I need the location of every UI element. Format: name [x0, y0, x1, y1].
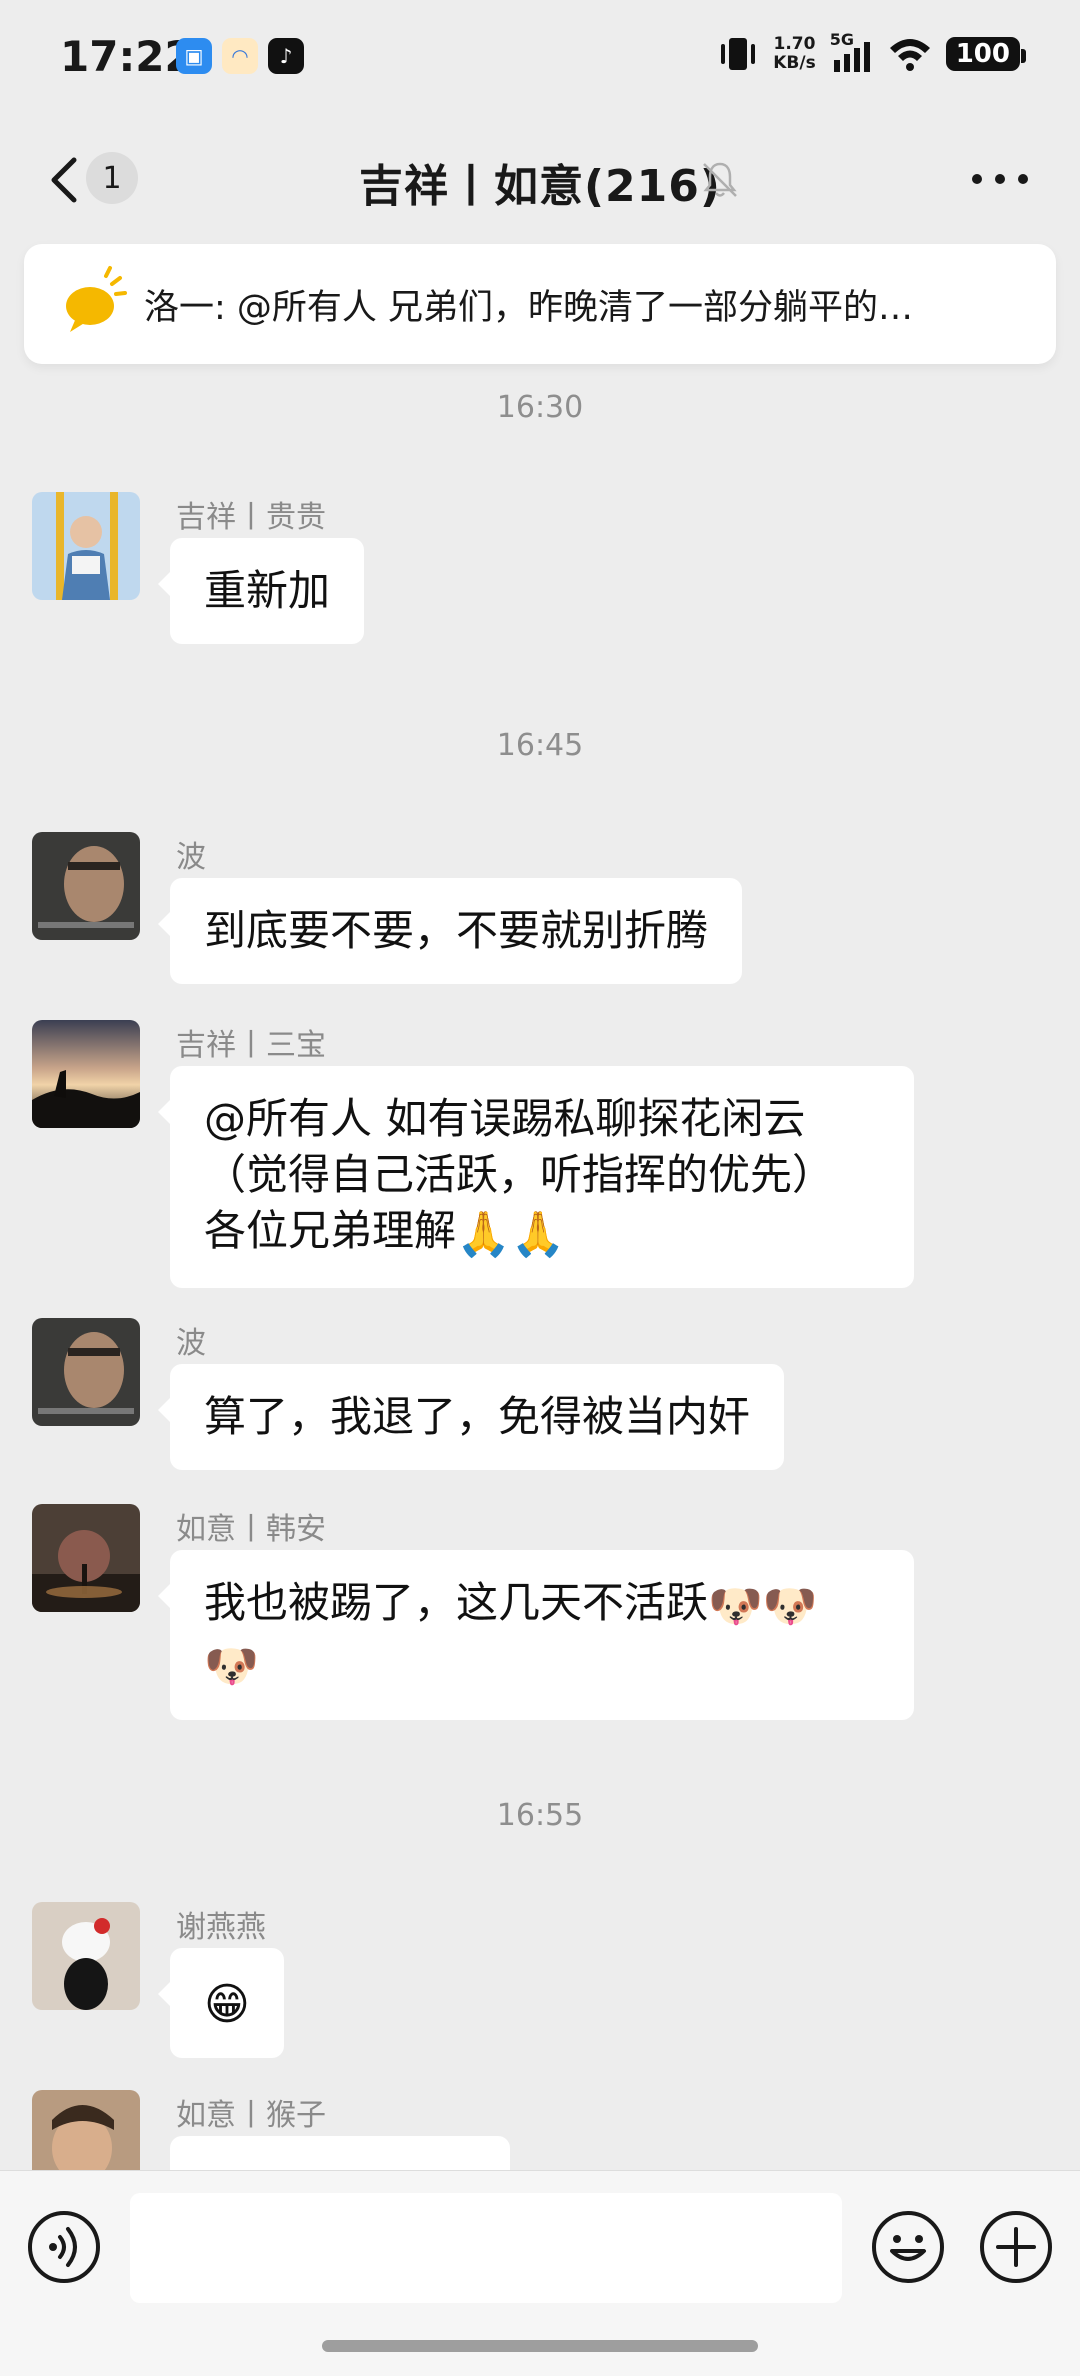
status-time: 17:22 — [60, 32, 194, 81]
sender-name: 如意丨韩安 — [176, 1512, 326, 1547]
status-bar: 17:22 ▣ ◠ ♪ 1.70 KB/s 5G 100 — [0, 0, 1080, 120]
signal-group: 5G — [830, 30, 874, 74]
timestamp: 16:55 — [496, 1798, 584, 1833]
avatar[interactable] — [32, 492, 140, 600]
message-bubble[interactable]: 我也被踢了，这几天不活跃🐶🐶 🐶 — [158, 1550, 914, 1720]
announcement-icon — [24, 244, 144, 364]
message-bubble[interactable]: 到底要不要，不要就别折腾 — [157, 878, 743, 984]
sender-name: 吉祥丨贵贵 — [176, 500, 326, 535]
sender-name: 波 — [176, 840, 206, 875]
message-bubble[interactable]: @所有人 如有误踢私聊探花闲云 （觉得自己活跃，听指挥的优先） 各位兄弟理解🙏🙏 — [158, 1066, 914, 1288]
pinned-announcement[interactable]: 洛一: @所有人 兄弟们，昨晚清了一部分躺平的… — [24, 244, 1056, 364]
sender-name: 如意丨猴子 — [176, 2098, 326, 2133]
avatar[interactable] — [32, 1318, 140, 1426]
avatar[interactable] — [32, 1020, 140, 1128]
message-input[interactable] — [130, 2193, 842, 2303]
avatar[interactable] — [32, 1902, 140, 2010]
timestamp: 16:45 — [496, 728, 584, 763]
avatar[interactable] — [32, 1504, 140, 1612]
doge-emoji: 🐶🐶 — [708, 1581, 818, 1632]
more-icon[interactable] — [970, 172, 1030, 186]
vibrate-icon — [721, 38, 756, 70]
battery-indicator: 100 — [945, 37, 1027, 71]
notification-app-icon: ◠ — [222, 38, 258, 74]
network-speed: 1.70 KB/s — [773, 34, 816, 73]
plus-icon[interactable] — [978, 2209, 1054, 2285]
chat-header: 1 吉祥丨如意(216) — [0, 120, 1080, 240]
mute-bell-icon — [703, 162, 737, 197]
wifi-icon — [889, 39, 930, 71]
notification-app-icon: ▣ — [176, 38, 212, 74]
status-indicators: 1.70 KB/s 5G 100 — [717, 30, 1027, 74]
emoji-icon[interactable] — [870, 2209, 946, 2285]
chat-title[interactable]: 吉祥丨如意(216) — [0, 150, 1080, 214]
message-bubble[interactable]: 重新加 — [157, 538, 365, 644]
tiktok-icon: ♪ — [268, 38, 304, 74]
sender-name: 吉祥丨三宝 — [176, 1028, 326, 1063]
sender-name: 波 — [176, 1326, 206, 1361]
avatar[interactable] — [32, 832, 140, 940]
home-indicator[interactable] — [322, 2340, 758, 2352]
chat-screen: 17:22 ▣ ◠ ♪ 1.70 KB/s 5G 100 1 吉祥丨如意(216… — [0, 0, 1080, 2376]
pray-emoji: 🙏🙏 — [456, 1209, 566, 1260]
doge-emoji: 🐶 — [204, 1641, 259, 1692]
grin-emoji: 😁 — [204, 1979, 250, 2030]
timestamp: 16:30 — [496, 390, 584, 425]
announcement-text: 洛一: @所有人 兄弟们，昨晚清了一部分躺平的… — [144, 287, 914, 328]
signal-icon — [833, 42, 870, 72]
sender-name: 谢燕燕 — [176, 1910, 266, 1945]
message-bubble[interactable]: 😁 — [158, 1948, 284, 2058]
message-bubble[interactable]: 算了，我退了，免得被当内奸 — [157, 1364, 785, 1470]
voice-icon[interactable] — [26, 2209, 102, 2285]
